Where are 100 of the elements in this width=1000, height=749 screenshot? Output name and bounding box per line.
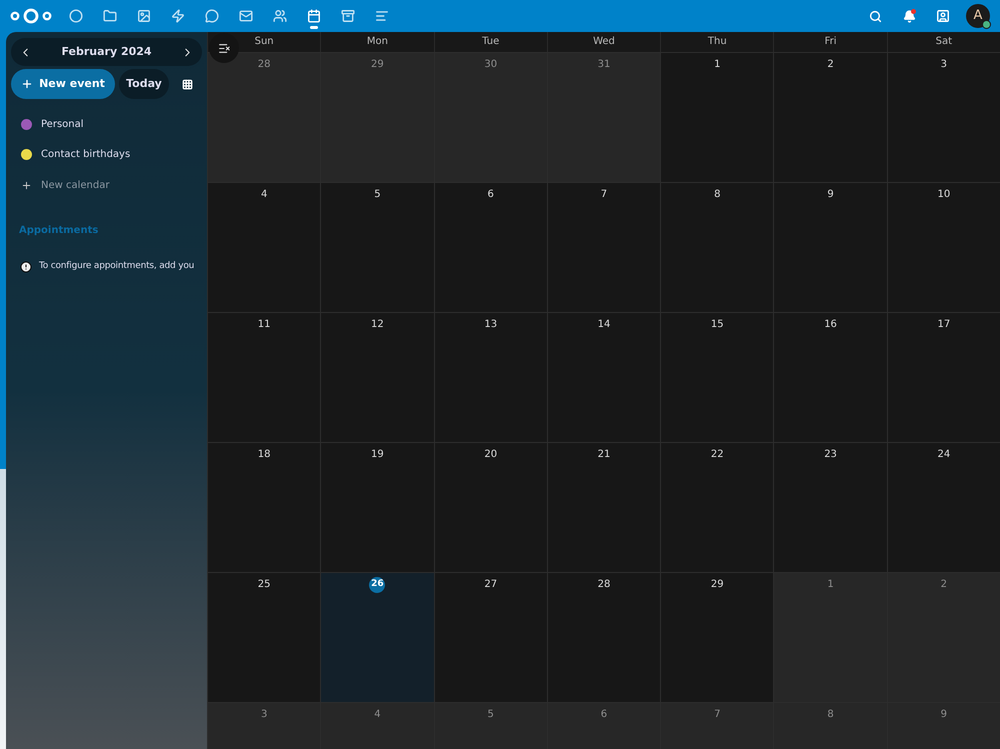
day-number: 4 [260, 188, 268, 202]
calendar-name: Personal [41, 118, 84, 132]
day-number: 24 [937, 448, 950, 462]
section-heading: Appointments [18, 224, 100, 238]
day-number: 20 [484, 448, 498, 462]
day-number: 9 [827, 188, 834, 202]
day-cell[interactable]: 5 [434, 703, 547, 749]
day-number: 3 [940, 58, 948, 72]
day-number: 18 [258, 448, 270, 462]
day-number: 27 [484, 578, 498, 592]
day-number: 8 [827, 708, 834, 722]
today-button[interactable]: Today [119, 69, 169, 99]
day-number: 10 [937, 188, 950, 202]
day-number: 7 [600, 188, 608, 202]
day-cell[interactable]: 22 [660, 443, 774, 572]
day-number: 22 [710, 448, 724, 462]
text-lines-icon [375, 9, 389, 23]
day-number: 6 [488, 188, 494, 202]
day-number: 2 [827, 58, 834, 72]
day-cell[interactable]: 1 [660, 53, 774, 182]
day-cell[interactable]: 15 [660, 313, 774, 442]
new-calendar-button[interactable]: New calendar [11, 169, 202, 201]
day-cell[interactable]: 25 [207, 573, 320, 702]
day-cell[interactable]: 9 [886, 703, 1000, 749]
day-cell[interactable]: 11 [207, 313, 320, 442]
day-number: 5 [488, 708, 494, 722]
day-cell[interactable]: 6 [546, 703, 660, 749]
day-number: 6 [600, 708, 608, 722]
weekday-header: Mon [320, 32, 434, 52]
day-cell[interactable]: 2 [886, 573, 1000, 702]
people-icon [273, 9, 287, 23]
day-cell[interactable]: 4 [207, 183, 320, 312]
calendar-list-item[interactable]: Personal [11, 109, 202, 139]
day-cell[interactable]: 3 [207, 703, 320, 749]
day-number: 11 [258, 318, 270, 332]
day-number: 13 [484, 318, 498, 332]
day-number: 17 [937, 318, 950, 332]
day-cell[interactable]: 29 [660, 573, 774, 702]
grid-icon [182, 78, 192, 90]
plus-icon [21, 78, 34, 90]
day-number: 30 [484, 58, 498, 72]
day-number: 23 [824, 448, 837, 462]
new-event-button[interactable]: New event [11, 69, 115, 99]
day-number: 3 [260, 708, 268, 722]
day-number: 26 [369, 577, 386, 593]
calendar-list-item[interactable]: Contact birthdays [11, 139, 202, 169]
search-icon [868, 10, 882, 22]
day-number: 19 [371, 448, 384, 462]
weekday-header: Fri [773, 32, 887, 52]
day-number: 8 [714, 188, 720, 202]
avatar[interactable]: A [966, 4, 990, 28]
day-number: 28 [598, 578, 610, 592]
day-cell[interactable]: 31 [546, 53, 660, 182]
day-number: 12 [371, 318, 384, 332]
weekday-header: Sat [886, 32, 1000, 52]
day-cell[interactable]: 26 [320, 573, 434, 702]
alert-icon [20, 260, 32, 273]
mail-icon [239, 9, 253, 23]
day-number: 15 [710, 318, 724, 332]
day-number: 4 [374, 708, 381, 722]
day-cell[interactable]: 8 [660, 183, 774, 312]
day-number: 29 [371, 58, 384, 72]
bell-icon [902, 10, 916, 22]
day-cell[interactable]: 8 [773, 703, 887, 749]
logo-icon[interactable] [10, 8, 52, 24]
calendar-name: Contact birthdays [41, 148, 130, 162]
day-number: 1 [827, 578, 834, 592]
day-cell[interactable]: 30 [434, 53, 547, 182]
day-number: 16 [824, 318, 837, 332]
plus-icon [21, 180, 32, 190]
day-cell[interactable]: 4 [320, 703, 434, 749]
day-number: 21 [598, 448, 610, 462]
month-label[interactable]: February 2024 [61, 44, 152, 60]
day-cell[interactable]: 18 [207, 443, 320, 572]
day-cell[interactable]: 28 [207, 53, 320, 182]
lightning-icon [171, 9, 185, 23]
day-number: 9 [940, 708, 948, 722]
day-number: 31 [598, 58, 610, 72]
image-icon [137, 9, 151, 23]
folder-icon [103, 9, 117, 23]
day-number: 25 [258, 578, 270, 592]
archive-icon [341, 9, 355, 23]
day-cell[interactable]: 7 [660, 703, 774, 749]
day-cell[interactable]: 1 [773, 573, 887, 702]
contact-card-icon [936, 9, 950, 23]
weekday-header: Tue [434, 32, 547, 52]
day-number: 28 [258, 58, 270, 72]
weekday-header: Sun [207, 32, 320, 52]
day-number: 2 [940, 578, 948, 592]
day-number: 7 [714, 708, 720, 722]
day-number: 29 [710, 578, 724, 592]
calendar-icon [307, 9, 321, 23]
day-cell[interactable]: 29 [320, 53, 434, 182]
dashboard-icon [69, 9, 83, 23]
day-number: 1 [714, 58, 720, 72]
appointments-note: To configure appointments, add you [39, 260, 194, 273]
day-number: 14 [598, 318, 610, 332]
weekday-header: Wed [546, 32, 660, 52]
list-close-icon [218, 42, 230, 54]
day-number: 5 [374, 188, 381, 202]
